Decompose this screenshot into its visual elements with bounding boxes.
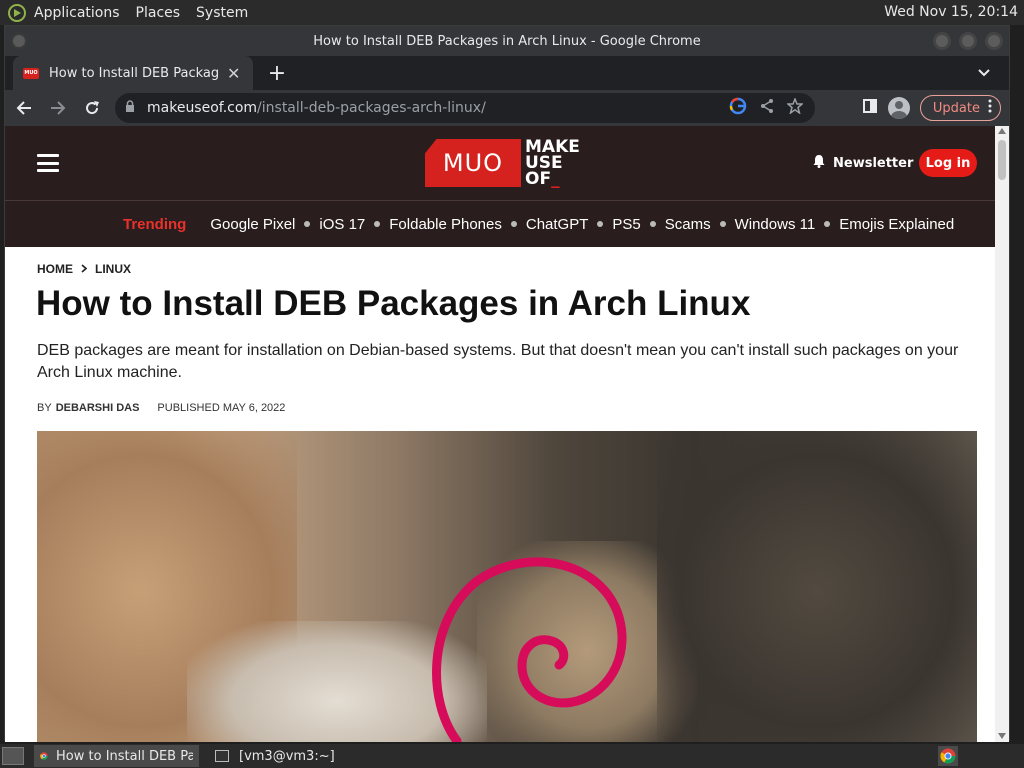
- minimize-window-button[interactable]: [933, 32, 951, 50]
- address-bar[interactable]: makeuseof.com/install-deb-packages-arch-…: [115, 93, 815, 123]
- window-title: How to Install DEB Packages in Arch Linu…: [313, 33, 701, 49]
- url-host: makeuseof.com: [147, 100, 258, 116]
- forward-arrow-icon[interactable]: [43, 93, 73, 123]
- logo-mark: MUO: [425, 139, 521, 187]
- side-panel-icon[interactable]: [862, 98, 878, 118]
- separator-dot: [597, 221, 604, 227]
- separator-dot: [649, 221, 656, 227]
- by-label: BY: [37, 402, 52, 414]
- window-titlebar[interactable]: How to Install DEB Packages in Arch Linu…: [5, 26, 1009, 56]
- separator-dot: [374, 221, 381, 227]
- trending-label: Trending: [123, 215, 187, 233]
- tab-active[interactable]: MUO How to Install DEB Packages in Arch …: [13, 56, 253, 90]
- new-tab-button[interactable]: +: [263, 59, 291, 87]
- site-logo[interactable]: MUO MAKE USE OF_: [425, 138, 589, 188]
- back-arrow-icon[interactable]: [9, 93, 39, 123]
- trending-item[interactable]: iOS 17: [319, 216, 365, 233]
- taskbar-label: How to Install DEB Packages in Arch Linu…: [56, 748, 193, 764]
- trending-item[interactable]: Emojis Explained: [839, 216, 954, 233]
- breadcrumb-home[interactable]: HOME: [37, 262, 73, 276]
- login-button[interactable]: Log in: [919, 149, 977, 177]
- separator-dot: [304, 221, 311, 227]
- site-header: MUO MAKE USE OF_ Newsletter Log in: [5, 126, 995, 200]
- author-link[interactable]: DEBARSHI DAS: [56, 402, 140, 414]
- newsletter-label: Newsletter: [833, 155, 914, 171]
- top-panel: Applications Places System Wed Nov 15, 2…: [0, 0, 1024, 25]
- taskbar-label: [vm3@vm3:~]: [239, 748, 335, 764]
- separator-dot: [824, 221, 831, 227]
- browser-toolbar: makeuseof.com/install-deb-packages-arch-…: [5, 90, 1009, 126]
- url-path: /install-deb-packages-arch-linux/: [257, 100, 486, 116]
- scroll-down-arrow-icon[interactable]: [998, 733, 1006, 739]
- menu-places[interactable]: Places: [136, 5, 181, 21]
- share-icon[interactable]: [759, 98, 775, 118]
- taskbar-item-chrome[interactable]: How to Install DEB Packages in Arch Linu…: [34, 745, 199, 767]
- trending-item[interactable]: Scams: [665, 216, 711, 233]
- show-desktop-icon[interactable]: [2, 747, 24, 765]
- debian-swirl-icon: [432, 557, 627, 742]
- article-subtitle: DEB packages are meant for installation …: [37, 342, 959, 381]
- maximize-window-button[interactable]: [959, 32, 977, 50]
- tab-strip: MUO How to Install DEB Packages in Arch …: [5, 56, 1009, 90]
- breadcrumb-linux[interactable]: LINUX: [95, 262, 131, 276]
- trending-item[interactable]: PS5: [612, 216, 640, 233]
- hamburger-menu-icon[interactable]: [37, 154, 59, 172]
- tab-search-chevron-icon[interactable]: [973, 62, 995, 84]
- trending-item[interactable]: ChatGPT: [526, 216, 589, 233]
- scroll-up-arrow-icon[interactable]: [998, 128, 1006, 134]
- panel-clock[interactable]: Wed Nov 15, 20:14: [884, 4, 1018, 20]
- tab-favicon-icon: MUO: [23, 67, 39, 79]
- newsletter-link[interactable]: Newsletter: [813, 154, 913, 172]
- trending-bar: Trending Google Pixel iOS 17 Foldable Ph…: [5, 200, 995, 247]
- system-logo-icon[interactable]: [8, 3, 26, 22]
- bottom-panel: How to Install DEB Packages in Arch Linu…: [0, 744, 1024, 768]
- separator-dot: [719, 221, 726, 227]
- browser-window: How to Install DEB Packages in Arch Linu…: [4, 25, 1010, 742]
- bell-icon: [813, 154, 825, 172]
- menu-system[interactable]: System: [196, 5, 248, 21]
- article-title: How to Install DEB Packages in Arch Linu…: [36, 284, 751, 323]
- page-scrollbar[interactable]: [995, 126, 1009, 742]
- scrollbar-thumb[interactable]: [998, 140, 1006, 180]
- close-window-button[interactable]: [985, 32, 1003, 50]
- google-lens-icon[interactable]: [729, 97, 747, 119]
- page-viewport: MUO MAKE USE OF_ Newsletter Log in Trend…: [5, 126, 995, 742]
- update-label: Update: [932, 100, 980, 116]
- profile-avatar-icon[interactable]: [887, 97, 910, 119]
- terminal-icon: [215, 750, 229, 762]
- tab-title: How to Install DEB Packages in Arch Linu…: [49, 65, 219, 81]
- logo-wordmark: MAKE USE OF_: [525, 137, 580, 189]
- byline: BY DEBARSHI DAS PUBLISHED MAY 6, 2022: [37, 402, 285, 414]
- trending-item[interactable]: Foldable Phones: [389, 216, 502, 233]
- lock-icon[interactable]: [125, 100, 135, 116]
- chrome-icon: [40, 752, 48, 760]
- bookmark-star-icon[interactable]: [786, 96, 804, 118]
- window-menu-icon[interactable]: [11, 33, 27, 49]
- breadcrumb: HOME LINUX: [37, 262, 131, 276]
- published-date: PUBLISHED MAY 6, 2022: [157, 402, 286, 414]
- tab-close-icon[interactable]: ✕: [227, 64, 240, 83]
- separator-dot: [510, 221, 517, 227]
- taskbar-item-terminal[interactable]: [vm3@vm3:~]: [209, 745, 341, 767]
- hero-image: [37, 431, 977, 742]
- menu-applications[interactable]: Applications: [34, 5, 120, 21]
- update-button[interactable]: Update: [919, 95, 1001, 121]
- reload-icon[interactable]: [77, 93, 107, 123]
- chevron-right-icon: [81, 262, 88, 276]
- trending-item[interactable]: Google Pixel: [210, 216, 295, 233]
- tray-chrome-icon[interactable]: [938, 746, 958, 766]
- kebab-menu-icon[interactable]: [988, 99, 992, 117]
- trending-item[interactable]: Windows 11: [735, 216, 816, 233]
